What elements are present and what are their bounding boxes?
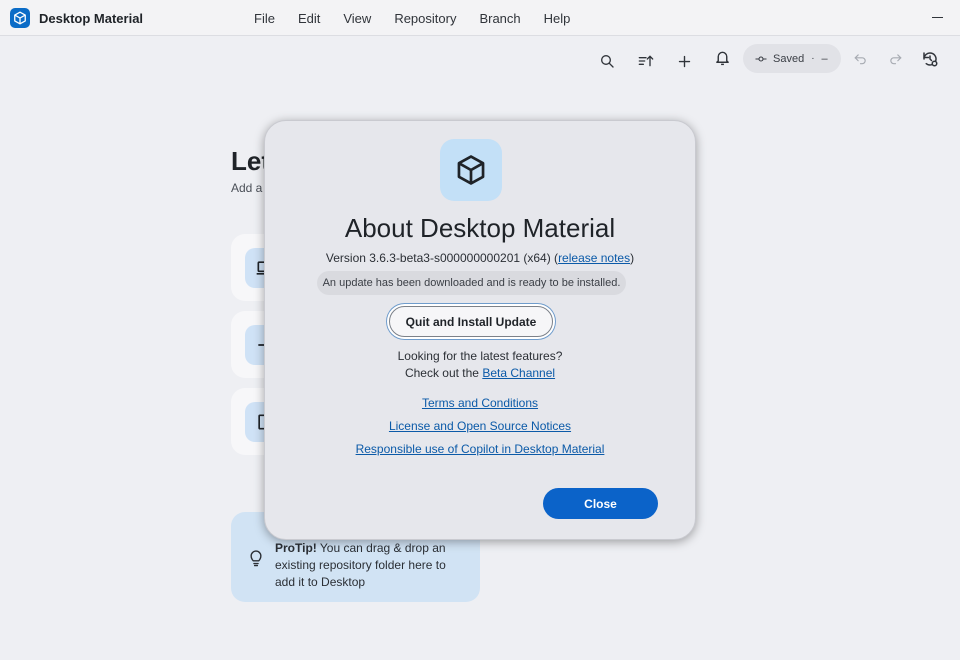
beta-channel-text: Check out the Beta Channel	[265, 366, 695, 380]
redo-icon[interactable]	[884, 48, 906, 70]
menu-branch[interactable]: Branch	[479, 11, 520, 26]
protip-label: ProTip!	[275, 541, 317, 555]
copilot-link[interactable]: Responsible use of Copilot in Desktop Ma…	[356, 442, 605, 456]
version-text: Version 3.6.3-beta3-s000000000201 (x64) …	[265, 251, 695, 265]
about-dialog: About Desktop Material Version 3.6.3-bet…	[264, 120, 696, 540]
sort-icon[interactable]	[635, 50, 657, 72]
cube-icon	[10, 8, 30, 28]
close-button[interactable]: Close	[543, 488, 658, 519]
bell-icon[interactable]	[711, 47, 733, 69]
saved-dash: –	[821, 52, 828, 65]
menu-view[interactable]: View	[343, 11, 371, 26]
menu-edit[interactable]: Edit	[298, 11, 320, 26]
commit-icon	[755, 54, 767, 64]
protip-text: ProTip! You can drag & drop an existing …	[275, 540, 465, 591]
undo-icon[interactable]	[849, 48, 871, 70]
search-icon[interactable]	[596, 50, 618, 72]
quit-and-install-update-button[interactable]: Quit and Install Update	[389, 306, 553, 337]
copilot-row: Responsible use of Copilot in Desktop Ma…	[265, 442, 695, 456]
version-prefix: Version 3.6.3-beta3-s000000000201 (x64) …	[325, 251, 559, 265]
license-row: License and Open Source Notices	[265, 419, 695, 433]
saved-status-pill[interactable]: Saved · –	[743, 44, 841, 73]
menu-bar: File Edit View Repository Branch Help	[254, 11, 570, 26]
license-link[interactable]: License and Open Source Notices	[389, 419, 571, 433]
app-name: Desktop Material	[39, 11, 144, 26]
terms-link[interactable]: Terms and Conditions	[422, 396, 538, 410]
saved-label: Saved	[773, 52, 805, 65]
release-notes-link[interactable]: release notes	[558, 251, 630, 265]
lightbulb-icon	[249, 549, 263, 572]
terms-row: Terms and Conditions	[265, 396, 695, 410]
update-status-message: An update has been downloaded and is rea…	[317, 271, 626, 295]
latest-features-text: Looking for the latest features?	[397, 349, 563, 363]
menu-file[interactable]: File	[254, 11, 275, 26]
minimize-button[interactable]	[932, 17, 943, 18]
plus-icon[interactable]	[673, 50, 695, 72]
history-settings-icon[interactable]	[919, 48, 941, 70]
menu-help[interactable]: Help	[544, 11, 571, 26]
dialog-title: About Desktop Material	[344, 213, 616, 243]
menu-repository[interactable]: Repository	[394, 11, 456, 26]
welcome-subtitle: Add a	[231, 181, 263, 195]
version-suffix: )	[630, 251, 635, 265]
title-bar: Desktop Material File Edit View Reposito…	[0, 0, 960, 36]
saved-separator: ·	[811, 53, 815, 64]
beta-channel-link[interactable]: Beta Channel	[482, 366, 555, 380]
checkout-prefix: Check out the	[404, 366, 483, 380]
cube-icon	[440, 139, 502, 201]
